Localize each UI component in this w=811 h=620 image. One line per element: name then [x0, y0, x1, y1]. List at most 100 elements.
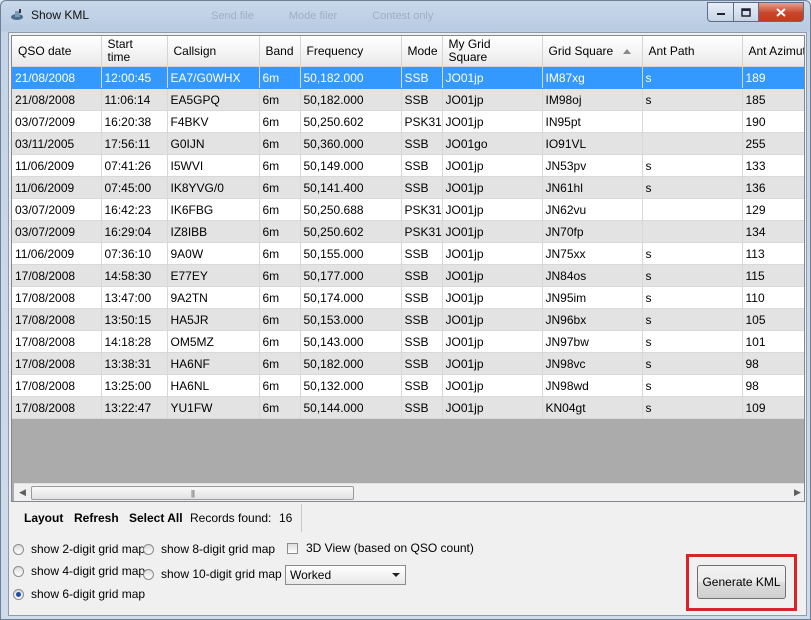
table-cell[interactable]: SSB [401, 308, 443, 331]
table-cell[interactable]: 17/08/2008 [12, 308, 102, 331]
3d-view-checkbox[interactable]: 3D View (based on QSO count) [287, 541, 474, 555]
table-cell[interactable]: s [642, 242, 743, 265]
table-cell[interactable]: s [642, 286, 743, 309]
table-cell[interactable]: IZ8IBB [167, 220, 260, 243]
table-cell[interactable]: JN61hl [542, 176, 643, 199]
col-header[interactable]: Grid Square [542, 36, 643, 67]
radio-10-digit[interactable]: show 10-digit grid map [143, 567, 282, 581]
table-cell[interactable]: s [642, 66, 743, 89]
table-cell[interactable]: 6m [259, 198, 301, 221]
table-cell[interactable]: 50,141.400 [300, 176, 402, 199]
table-row[interactable]: 17/08/2008 13:47:00 9A2TN 6m 50,174.000 SSB JO… [12, 286, 804, 309]
table-cell[interactable]: JO01jp [442, 66, 543, 89]
table-cell[interactable]: 98 [742, 352, 804, 375]
table-cell[interactable]: 6m [259, 286, 301, 309]
table-cell[interactable]: 115 [742, 264, 804, 287]
table-cell[interactable]: SSB [401, 176, 443, 199]
table-cell[interactable]: 12:00:45 [101, 66, 168, 89]
scrollbar-thumb[interactable]: ||| [31, 486, 354, 500]
table-cell[interactable]: s [642, 330, 743, 353]
select-all-button[interactable]: Select All [129, 511, 183, 525]
table-cell[interactable]: 109 [742, 396, 804, 419]
table-cell[interactable]: EA7/G0WHX [167, 66, 260, 89]
table-cell[interactable]: SSB [401, 286, 443, 309]
table-cell[interactable]: s [642, 264, 743, 287]
table-cell[interactable]: JN62vu [542, 198, 643, 221]
radio-6-digit[interactable]: show 6-digit grid map [13, 587, 145, 601]
table-cell[interactable]: 13:50:15 [101, 308, 168, 331]
table-row[interactable]: 17/08/2008 13:50:15 HA5JR 6m 50,153.000 SSB JO… [12, 308, 804, 331]
table-cell[interactable]: SSB [401, 132, 443, 155]
col-header[interactable]: Frequency [300, 36, 402, 67]
table-row[interactable]: 11/06/2009 07:41:26 I5WVI 6m 50,149.000 SSB JO… [12, 154, 804, 177]
table-cell[interactable]: 50,182.000 [300, 88, 402, 111]
col-header[interactable]: Ant Azimuth [742, 36, 804, 67]
horizontal-scrollbar[interactable]: ◀ ||| ▶ [14, 483, 804, 501]
table-cell[interactable]: 13:25:00 [101, 374, 168, 397]
table-cell[interactable]: JN98wd [542, 374, 643, 397]
table-cell[interactable]: SSB [401, 242, 443, 265]
table-row[interactable]: 11/06/2009 07:45:00 IK8YVG/0 6m 50,141.400 SS… [12, 176, 804, 199]
table-cell[interactable]: SSB [401, 88, 443, 111]
table-cell[interactable]: 50,182.000 [300, 352, 402, 375]
table-cell[interactable]: JO01jp [442, 220, 543, 243]
table-cell[interactable]: SSB [401, 374, 443, 397]
table-cell[interactable]: 190 [742, 110, 804, 133]
table-cell[interactable]: 03/07/2009 [12, 198, 102, 221]
table-cell[interactable]: 129 [742, 198, 804, 221]
table-cell[interactable]: 13:22:47 [101, 396, 168, 419]
table-cell[interactable]: 03/07/2009 [12, 220, 102, 243]
table-cell[interactable]: JO01jp [442, 242, 543, 265]
table-cell[interactable]: JN95im [542, 286, 643, 309]
table-cell[interactable]: 255 [742, 132, 804, 155]
table-cell[interactable]: 6m [259, 132, 301, 155]
table-row[interactable]: 03/07/2009 16:42:23 IK6FBG 6m 50,250.688 PSK3… [12, 198, 804, 221]
table-cell[interactable]: 9A0W [167, 242, 260, 265]
table-cell[interactable]: JN53pv [542, 154, 643, 177]
table-cell[interactable]: JN84os [542, 264, 643, 287]
table-cell[interactable]: 14:18:28 [101, 330, 168, 353]
table-cell[interactable]: PSK31 [401, 110, 443, 133]
table-cell[interactable]: 13:38:31 [101, 352, 168, 375]
title-bar[interactable]: Show KML Send file Mode filer Contest on… [1, 1, 810, 31]
table-cell[interactable]: JN75xx [542, 242, 643, 265]
table-cell[interactable]: KN04gt [542, 396, 643, 419]
table-cell[interactable]: JO01jp [442, 176, 543, 199]
table-cell[interactable]: JO01go [442, 132, 543, 155]
table-cell[interactable]: IM98oj [542, 88, 643, 111]
table-cell[interactable]: JO01jp [442, 264, 543, 287]
table-cell[interactable]: 11/06/2009 [12, 154, 102, 177]
table-cell[interactable]: 17/08/2008 [12, 330, 102, 353]
table-cell[interactable]: YU1FW [167, 396, 260, 419]
table-cell[interactable]: HA6NF [167, 352, 260, 375]
table-cell[interactable]: 6m [259, 374, 301, 397]
table-cell[interactable]: 113 [742, 242, 804, 265]
table-cell[interactable]: F4BKV [167, 110, 260, 133]
table-cell[interactable]: 9A2TN [167, 286, 260, 309]
table-cell[interactable]: 6m [259, 264, 301, 287]
table-cell[interactable]: s [642, 352, 743, 375]
table-row[interactable]: 17/08/2008 13:25:00 HA6NL 6m 50,132.000 SSB JO… [12, 374, 804, 397]
table-cell[interactable]: 6m [259, 110, 301, 133]
table-cell[interactable]: 50,250.602 [300, 220, 402, 243]
table-cell[interactable]: JO01jp [442, 330, 543, 353]
table-cell[interactable]: JO01jp [442, 374, 543, 397]
table-cell[interactable]: G0IJN [167, 132, 260, 155]
minimize-button[interactable] [707, 2, 734, 22]
radio-4-digit[interactable]: show 4-digit grid map [13, 564, 145, 578]
table-cell[interactable]: 17:56:11 [101, 132, 168, 155]
table-row[interactable]: 03/07/2009 16:20:38 F4BKV 6m 50,250.602 PSK31… [12, 110, 804, 133]
generate-kml-button[interactable]: Generate KML [697, 565, 786, 599]
col-header[interactable]: Start time [101, 36, 168, 67]
table-cell[interactable]: SSB [401, 330, 443, 353]
table-row[interactable]: 03/07/2009 16:29:04 IZ8IBB 6m 50,250.602 PSK3… [12, 220, 804, 243]
table-cell[interactable]: JN96bx [542, 308, 643, 331]
table-row[interactable]: 17/08/2008 14:18:28 OM5MZ 6m 50,143.000 SSB JO… [12, 330, 804, 353]
table-cell[interactable]: 16:20:38 [101, 110, 168, 133]
table-cell[interactable] [642, 132, 743, 155]
table-row[interactable]: 21/08/2008 11:06:14 EA5GPQ 6m 50,182.000 SSB J… [12, 88, 804, 111]
table-cell[interactable]: 50,250.602 [300, 110, 402, 133]
table-cell[interactable]: 6m [259, 220, 301, 243]
table-cell[interactable]: JO01jp [442, 88, 543, 111]
table-cell[interactable]: 6m [259, 352, 301, 375]
